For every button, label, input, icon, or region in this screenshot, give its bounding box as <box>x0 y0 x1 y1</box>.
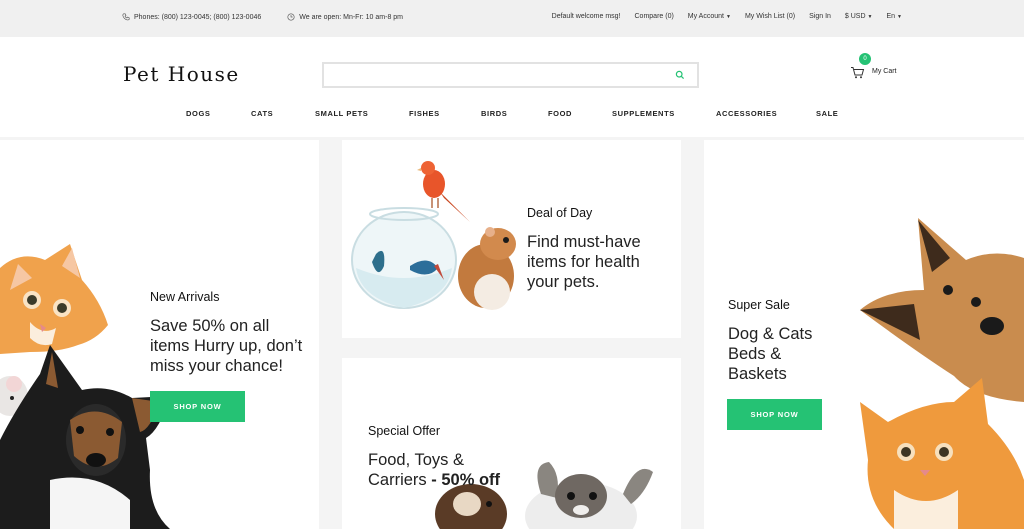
currency-label: $ USD <box>844 13 866 20</box>
chevron-down-icon: ▼ <box>725 13 731 20</box>
logo[interactable]: Pet House <box>123 62 240 86</box>
headline-line: Carriers - 50% off <box>368 470 500 490</box>
top-bar-links: Default welcome msg! Compare (0) My Acco… <box>538 13 902 20</box>
chevron-down-icon: ▼ <box>867 13 873 20</box>
discount-text: - 50% off <box>426 471 501 489</box>
top-bar-contact: Phones: (800) 123-0045; (800) 123-0046 W… <box>122 13 429 21</box>
mini-cart[interactable]: 0 My Cart <box>850 53 910 83</box>
language-label: En <box>886 13 896 20</box>
headline-line: Dog & Cats <box>728 325 813 343</box>
banner-eyebrow: New Arrivals <box>150 290 220 304</box>
kitten-and-puppy-illustration <box>0 244 170 529</box>
sign-in-link[interactable]: Sign In <box>809 13 831 20</box>
chevron-down-icon: ▼ <box>897 13 902 20</box>
shop-now-button[interactable]: SHOP NOW <box>150 391 245 422</box>
fishbowl-bird-hamster-illustration <box>351 161 516 310</box>
headline-line: items Hurry up, don’t <box>150 337 303 355</box>
banner-headline: Food, Toys & Carriers - 50% off <box>368 450 500 490</box>
banner-deal-of-day[interactable]: Deal of Day Find must-have items for hea… <box>342 140 681 338</box>
language-dropdown[interactable]: En ▼ <box>886 13 902 20</box>
phone-icon <box>122 13 130 21</box>
banner-eyebrow: Super Sale <box>728 298 790 312</box>
banner-headline: Dog & Cats Beds & Baskets <box>728 324 812 384</box>
shop-now-button[interactable]: SHOP NOW <box>727 399 822 430</box>
nav-item-accessories[interactable]: ACCESSORIES <box>716 109 777 118</box>
wishlist-link[interactable]: My Wish List (0) <box>745 13 795 20</box>
headline-line: Find must-have <box>527 233 641 251</box>
guinea-pig-image <box>435 484 507 529</box>
dog-image <box>860 218 1024 402</box>
hamster-image <box>458 227 516 310</box>
site-header: Pet House 0 My Cart DOGS CATS SMALL PETS… <box>0 37 1024 137</box>
clock-icon <box>287 13 295 21</box>
currency-dropdown[interactable]: $ USD ▼ <box>845 13 873 20</box>
kitten-image <box>860 378 1024 529</box>
main-nav: DOGS CATS SMALL PETS FISHES BIRDS FOOD S… <box>0 109 1024 123</box>
search-box <box>322 62 699 88</box>
hours-info: We are open: Mn-Fr: 10 am-8 pm <box>287 13 403 21</box>
banner-special-offer[interactable]: Special Offer Food, Toys & Carriers - 50… <box>342 358 681 529</box>
puppy-image <box>0 345 170 529</box>
top-bar: Phones: (800) 123-0045; (800) 123-0046 W… <box>0 0 1024 37</box>
banner-new-arrivals[interactable]: New Arrivals Save 50% on all items Hurry… <box>0 140 319 529</box>
headline-text: Carriers <box>368 471 427 489</box>
nav-item-supplements[interactable]: SUPPLEMENTS <box>612 109 675 118</box>
banner-headline: Find must-have items for health your pet… <box>527 232 641 292</box>
nav-item-food[interactable]: FOOD <box>548 109 572 118</box>
headline-line: Beds & <box>728 345 782 363</box>
nav-item-fishes[interactable]: FISHES <box>409 109 440 118</box>
banner-eyebrow: Special Offer <box>368 424 441 438</box>
search-icon[interactable] <box>675 70 685 80</box>
cart-count-badge: 0 <box>859 53 871 65</box>
my-account-dropdown[interactable]: My Account ▼ <box>688 13 731 20</box>
headline-line: your pets. <box>527 273 600 291</box>
headline-line: items for health <box>527 253 640 271</box>
headline-line: miss your chance! <box>150 357 283 375</box>
kitten-image <box>0 244 108 354</box>
hours-text: We are open: Mn-Fr: 10 am-8 pm <box>299 13 404 21</box>
cart-icon <box>851 67 865 79</box>
nav-item-cats[interactable]: CATS <box>251 109 273 118</box>
fishbowl-image <box>351 207 457 309</box>
dog-and-kitten-illustration <box>860 218 1024 529</box>
banner-super-sale[interactable]: Super Sale Dog & Cats Beds & Baskets SHO… <box>704 140 1024 529</box>
bird-image <box>417 161 470 222</box>
phones-text: Phones: (800) 123-0045; (800) 123-0046 <box>134 13 262 21</box>
my-account-label: My Account <box>687 13 724 20</box>
banner-headline: Save 50% on all items Hurry up, don’t mi… <box>150 316 302 376</box>
rabbit-image <box>525 462 653 529</box>
banner-eyebrow: Deal of Day <box>527 206 593 220</box>
headline-line: Save 50% on all <box>150 317 270 335</box>
nav-item-dogs[interactable]: DOGS <box>186 109 211 118</box>
cart-label: My Cart <box>872 68 897 75</box>
nav-item-birds[interactable]: BIRDS <box>481 109 507 118</box>
nav-item-sale[interactable]: SALE <box>816 109 838 118</box>
welcome-message: Default welcome msg! <box>551 13 621 20</box>
nav-item-small-pets[interactable]: SMALL PETS <box>315 109 368 118</box>
headline-line: Baskets <box>728 365 787 383</box>
search-input[interactable] <box>324 64 664 86</box>
compare-link[interactable]: Compare (0) <box>635 13 674 20</box>
phones-info: Phones: (800) 123-0045; (800) 123-0046 <box>122 13 261 21</box>
headline-line: Food, Toys & <box>368 451 464 469</box>
